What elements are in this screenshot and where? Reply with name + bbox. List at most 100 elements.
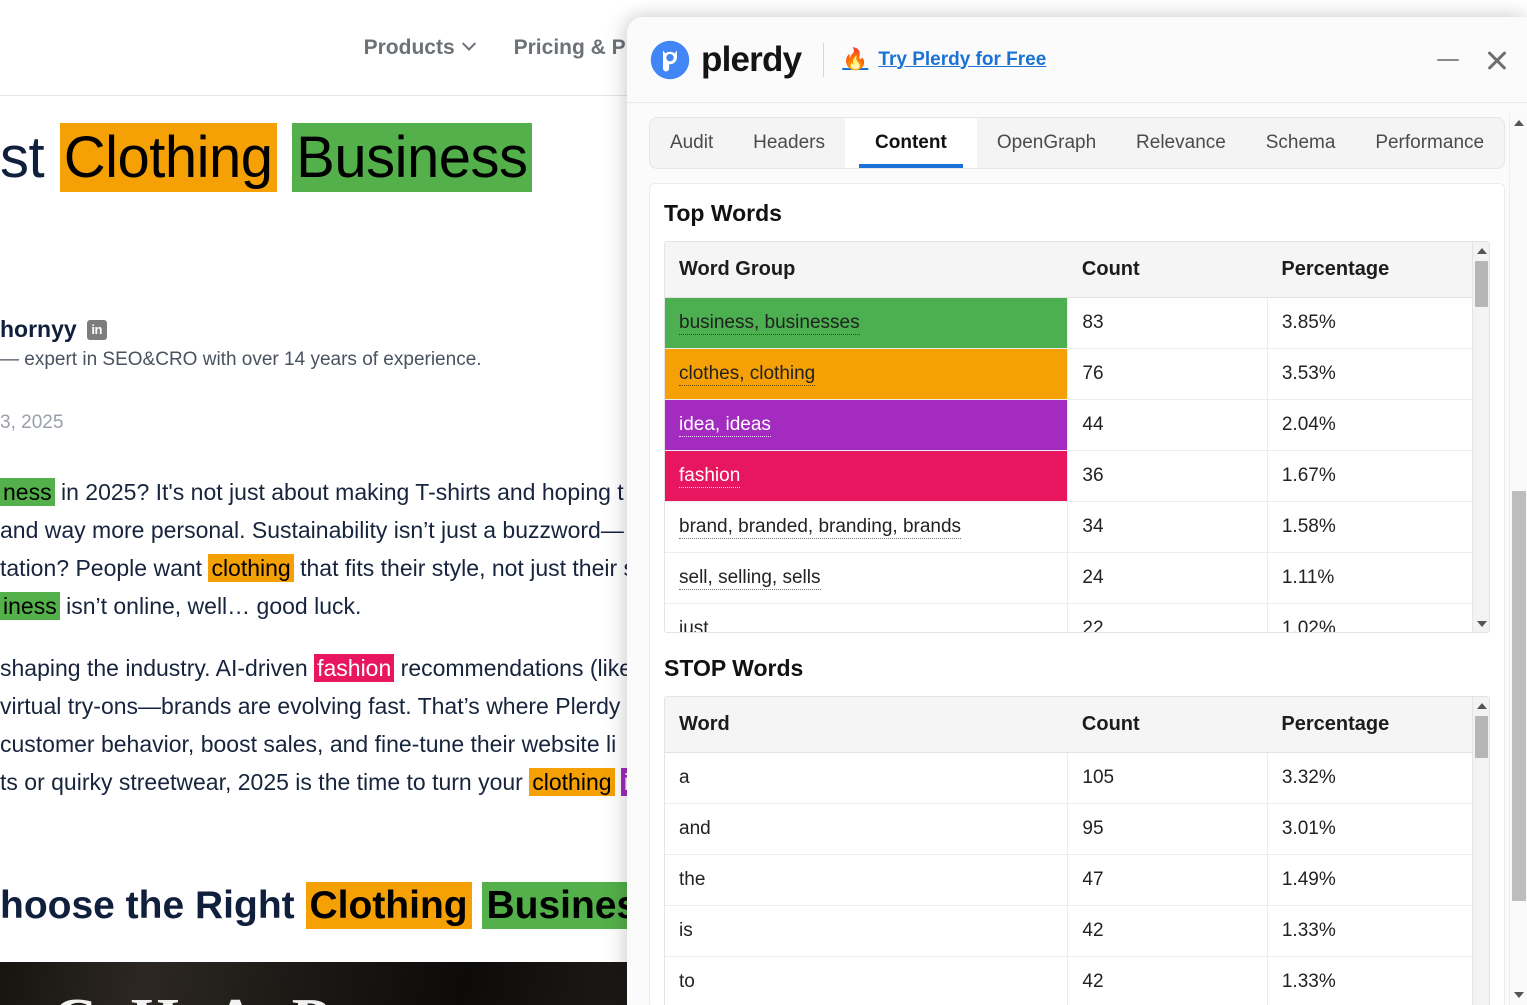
paragraph-text: in 2025? It's not just about making T-sh… (55, 479, 624, 505)
author-tagline: — expert in SEO&CRO with over 14 years o… (0, 349, 482, 371)
word-group-text: just (679, 618, 709, 633)
background-webpage: Products Pricing & Plan st Clothing Busi… (0, 0, 660, 1005)
top-words-table: Word Group Count Percentage business, bu… (665, 242, 1489, 633)
col-header-word: Word (665, 697, 1068, 753)
stop-words-table-scrollbar[interactable] (1472, 697, 1489, 1005)
table-row[interactable]: brand, branded, branding, brands 34 1.58… (665, 502, 1489, 553)
cell-count: 76 (1068, 349, 1267, 400)
col-header-percentage: Percentage (1267, 697, 1489, 753)
scrollbar-thumb[interactable] (1475, 716, 1488, 758)
nav-label-products: Products (364, 36, 455, 60)
paragraph-text: isn’t online, well… good luck. (60, 593, 362, 619)
table-row[interactable]: clothes, clothing 76 3.53% (665, 349, 1489, 400)
cell-percentage: 3.32% (1267, 753, 1489, 804)
chevron-down-icon (462, 36, 476, 50)
cell-count: 36 (1068, 451, 1267, 502)
try-plerdy-free-label: Try Plerdy for Free (878, 49, 1046, 71)
col-header-count: Count (1068, 242, 1267, 298)
cell-count: 22 (1068, 604, 1267, 634)
paragraph-line: virtual try-ons—brands are evolving fast… (0, 687, 660, 725)
scroll-up-arrow-icon[interactable] (1510, 113, 1527, 133)
tab-relevance[interactable]: Relevance (1116, 118, 1246, 168)
paragraph-text: ts or quirky streetwear, 2025 is the tim… (0, 769, 529, 795)
article-hero-image: CHAP (0, 962, 660, 1005)
article-subheading: hoose the Right Clothing Business (0, 884, 660, 928)
paragraph-text: tation? People want (0, 555, 208, 581)
tab-label: Headers (753, 132, 825, 154)
word-group-text: business, businesses (679, 312, 860, 335)
scroll-down-arrow-icon[interactable] (1510, 985, 1527, 1005)
subheading-prefix: hoose the Right (0, 884, 306, 927)
scroll-down-arrow-icon[interactable] (1473, 615, 1490, 632)
tab-schema[interactable]: Schema (1246, 118, 1356, 168)
table-row[interactable]: to 42 1.33% (665, 957, 1489, 1005)
col-header-percentage: Percentage (1267, 242, 1489, 298)
cell-percentage: 1.58% (1267, 502, 1489, 553)
tab-opengraph[interactable]: OpenGraph (977, 118, 1116, 168)
paragraph-text: customer behavior, boost sales, and fine… (0, 731, 616, 757)
table-row[interactable]: the 47 1.49% (665, 855, 1489, 906)
paragraph-line: and way more personal. Sustainability is… (0, 511, 660, 549)
subheading-clothing: Clothing (306, 882, 472, 929)
site-nav: Products Pricing & Plan (364, 36, 660, 60)
scrollbar-thumb[interactable] (1475, 261, 1488, 307)
tab-label: Audit (670, 132, 713, 154)
tab-content[interactable]: Content (845, 118, 977, 168)
paragraph-text: recommendations (like (394, 655, 632, 681)
cell-percentage: 1.67% (1267, 451, 1489, 502)
inline-mark-business: ness (0, 478, 55, 506)
word-group-text: brand, branded, branding, brands (679, 516, 961, 539)
scroll-up-arrow-icon[interactable] (1473, 697, 1490, 714)
top-words-title: Top Words (650, 184, 1504, 241)
col-header-count: Count (1068, 697, 1267, 753)
site-header: Products Pricing & Plan (0, 0, 660, 96)
brand: plerdy (649, 39, 801, 81)
cell-percentage: 1.02% (1267, 604, 1489, 634)
tab-audit[interactable]: Audit (650, 118, 733, 168)
tab-label: Content (875, 132, 947, 154)
nav-item-products[interactable]: Products (364, 36, 474, 60)
cell-word-group: business, businesses (665, 298, 1068, 349)
content-tab-panel: Top Words Word Group Count Percentage bu… (649, 183, 1505, 1005)
fire-icon: 🔥 (842, 49, 868, 70)
linkedin-icon[interactable]: in (87, 320, 107, 340)
cell-count: 42 (1068, 906, 1267, 957)
brand-name: plerdy (701, 42, 801, 77)
article-paragraph-2: shaping the industry. AI-driven fashion … (0, 649, 660, 801)
cell-count: 42 (1068, 957, 1267, 1005)
panel-header: plerdy 🔥 Try Plerdy for Free (627, 17, 1527, 103)
tab-performance[interactable]: Performance (1355, 118, 1504, 168)
tab-headers[interactable]: Headers (733, 118, 845, 168)
table-row[interactable]: just 22 1.02% (665, 604, 1489, 634)
cell-percentage: 3.85% (1267, 298, 1489, 349)
scroll-up-arrow-icon[interactable] (1473, 242, 1490, 259)
article-paragraph-1: ness in 2025? It's not just about making… (0, 473, 660, 625)
table-header-row: Word Group Count Percentage (665, 242, 1489, 298)
tab-label: Performance (1375, 132, 1484, 154)
paragraph-text: shaping the industry. AI-driven (0, 655, 314, 681)
table-row[interactable]: is 42 1.33% (665, 906, 1489, 957)
post-date: 3, 2025 (0, 412, 63, 434)
scrollbar-thumb[interactable] (1512, 491, 1526, 901)
table-row[interactable]: and 95 3.01% (665, 804, 1489, 855)
cell-word: a (665, 753, 1068, 804)
word-group-text: sell, selling, sells (679, 567, 821, 590)
inline-mark-business: iness (0, 592, 60, 620)
cell-percentage: 3.53% (1267, 349, 1489, 400)
table-row[interactable]: sell, selling, sells 24 1.11% (665, 553, 1489, 604)
top-words-table-scrollbar[interactable] (1472, 242, 1489, 632)
panel-scrollbar[interactable] (1509, 113, 1527, 1005)
table-row[interactable]: business, businesses 83 3.85% (665, 298, 1489, 349)
table-row[interactable]: fashion 36 1.67% (665, 451, 1489, 502)
cell-percentage: 3.01% (1267, 804, 1489, 855)
table-row[interactable]: a 105 3.32% (665, 753, 1489, 804)
inline-mark-clothing: clothing (208, 554, 293, 582)
headline-business: Business (292, 123, 531, 192)
table-row[interactable]: idea, ideas 44 2.04% (665, 400, 1489, 451)
paragraph-text: virtual try-ons—brands are evolving fast… (0, 693, 620, 719)
table-header-row: Word Count Percentage (665, 697, 1489, 753)
try-plerdy-free-link[interactable]: 🔥 Try Plerdy for Free (842, 49, 1046, 71)
cell-percentage: 1.33% (1267, 906, 1489, 957)
close-icon[interactable] (1485, 48, 1509, 72)
minimize-icon[interactable] (1437, 49, 1459, 71)
